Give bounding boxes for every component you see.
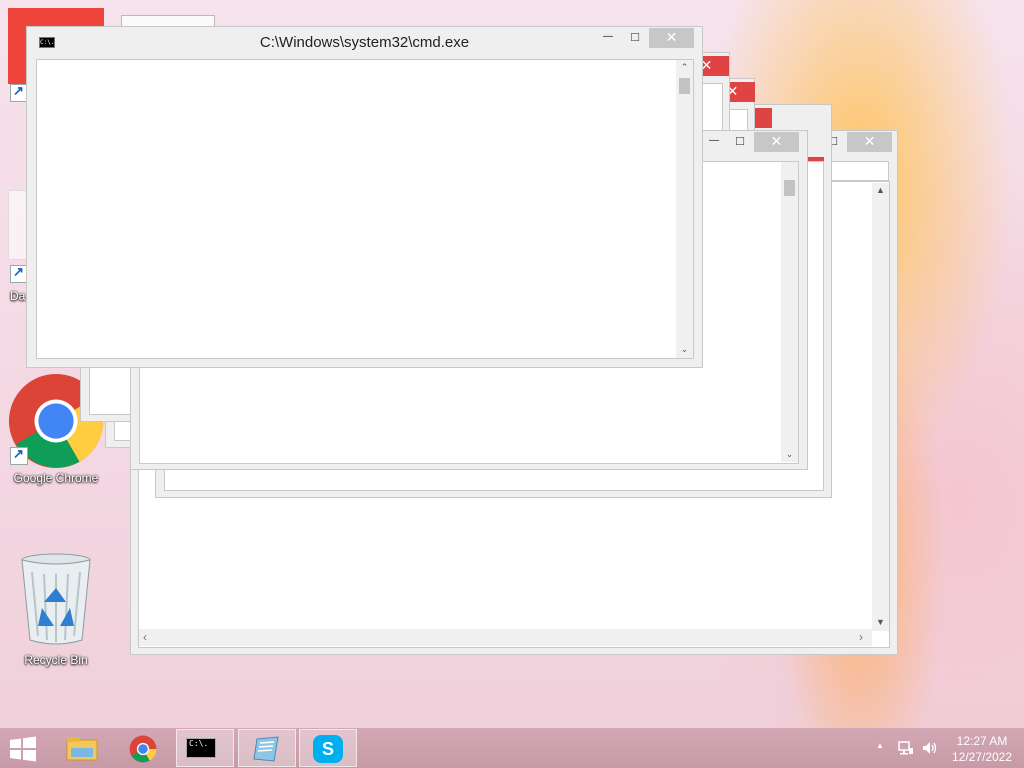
cmd-icon-text: C:\. <box>189 739 209 748</box>
scroll-thumb[interactable] <box>679 78 690 94</box>
chrome-icon <box>129 735 157 763</box>
scroll-down-icon[interactable]: ▼ <box>872 617 889 627</box>
show-hidden-icons-arrow[interactable]: ▲ <box>876 741 884 750</box>
close-button[interactable]: ✕ <box>847 132 892 152</box>
taskbar-file-explorer[interactable] <box>52 729 110 767</box>
skype-icon-text: S <box>321 739 334 759</box>
vertical-scrollbar[interactable]: ⌄ <box>781 162 798 462</box>
recycle-bin-icon <box>21 553 91 645</box>
window-titlebar[interactable]: C:\. C:\Windows\system32\cmd.exe — □ ✕ <box>27 27 702 58</box>
scroll-up-icon[interactable]: ⌃ <box>676 62 693 73</box>
vertical-scrollbar[interactable]: ▲ ▼ <box>872 183 889 631</box>
horizontal-scrollbar[interactable]: ‹ › <box>139 629 872 646</box>
windows-logo-icon <box>10 736 36 762</box>
minimize-button[interactable]: — <box>701 132 727 152</box>
start-button[interactable] <box>8 736 40 762</box>
network-icon[interactable] <box>898 740 914 756</box>
minimize-button[interactable]: — <box>595 28 621 48</box>
cmd-window[interactable]: C:\. C:\Windows\system32\cmd.exe — □ ✕ ⌃… <box>26 26 703 368</box>
taskbar-google-chrome[interactable] <box>115 729 173 767</box>
close-button[interactable]: ✕ <box>754 132 799 152</box>
console-area[interactable] <box>36 59 694 359</box>
scroll-thumb[interactable] <box>784 180 795 196</box>
folder-icon <box>66 737 98 761</box>
taskbar: C:\. S ▲ 12:27 AM 12/27/2022 <box>0 728 1024 768</box>
cmd-icon: C:\. <box>186 738 216 758</box>
desktop-icon-label: Da <box>10 289 26 303</box>
scroll-down-icon[interactable]: ⌄ <box>676 344 693 355</box>
close-button[interactable]: ✕ <box>649 28 694 48</box>
desktop-icon-label: Google Chrome <box>13 471 99 485</box>
vertical-scrollbar[interactable]: ⌃ ⌄ <box>676 60 693 358</box>
scroll-right-icon[interactable]: › <box>859 630 863 644</box>
clock-time[interactable]: 12:27 AM <box>954 734 1010 748</box>
taskbar-command-prompt[interactable]: C:\. <box>176 729 234 767</box>
scroll-up-icon[interactable]: ▲ <box>872 185 889 195</box>
desktop-icon-label: Recycle Bin <box>24 653 88 667</box>
address-bar[interactable] <box>831 161 889 181</box>
taskbar-skype[interactable]: S <box>299 729 357 767</box>
clock-date[interactable]: 12/27/2022 <box>950 750 1014 764</box>
skype-icon: S <box>313 735 343 763</box>
maximize-button[interactable]: □ <box>622 28 648 48</box>
maximize-button[interactable]: □ <box>727 132 753 152</box>
taskbar-notepad[interactable] <box>238 729 296 767</box>
scroll-down-icon[interactable]: ⌄ <box>781 449 798 460</box>
data-file-icon[interactable] <box>8 190 28 260</box>
notepad-icon <box>253 736 279 762</box>
shortcut-arrow-icon <box>10 446 28 465</box>
volume-icon[interactable] <box>921 740 939 756</box>
scroll-left-icon[interactable]: ‹ <box>143 630 147 644</box>
